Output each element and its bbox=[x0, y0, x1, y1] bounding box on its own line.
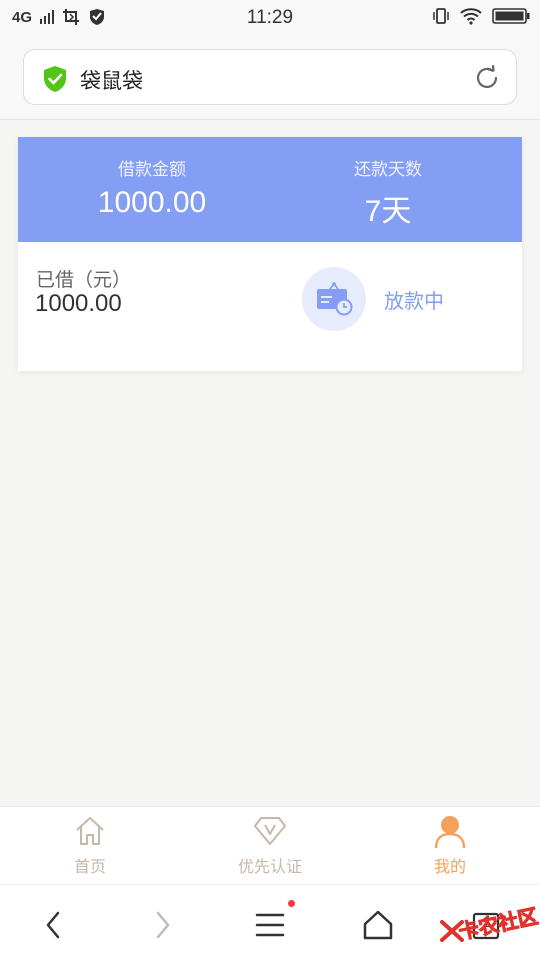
repay-days-value: 7天 bbox=[364, 195, 412, 228]
reload-icon[interactable] bbox=[473, 64, 501, 92]
wifi-icon bbox=[460, 8, 482, 25]
loan-status-text: 放款中 bbox=[384, 291, 444, 313]
loan-amount-label: 借款金额 bbox=[118, 160, 186, 179]
home-icon bbox=[76, 817, 104, 845]
watermark-text: 卡农社区 bbox=[457, 905, 540, 945]
status-right bbox=[432, 7, 530, 25]
vibrate-icon bbox=[433, 8, 449, 24]
user-icon bbox=[434, 816, 466, 849]
loan-summary-header: 借款金额 1000.00 还款天数 7天 bbox=[18, 137, 522, 242]
tab-priority-verify-label: 优先认证 bbox=[237, 859, 302, 876]
repay-days-label: 还款天数 bbox=[354, 160, 422, 179]
repay-days-block: 还款天数 7天 bbox=[270, 155, 506, 230]
tab-mine[interactable]: 我的 bbox=[360, 807, 540, 885]
forward-icon[interactable] bbox=[142, 905, 182, 945]
menu-notification-dot bbox=[288, 900, 295, 907]
battery-icon bbox=[492, 8, 530, 24]
diamond-v-icon bbox=[254, 817, 286, 845]
browser-home-icon[interactable] bbox=[358, 905, 398, 945]
status-bar: 4G 11:29 bbox=[0, 0, 540, 36]
secure-shield-icon bbox=[44, 66, 66, 92]
disbursing-icon bbox=[302, 267, 366, 331]
loan-amount-value: 1000.00 bbox=[97, 186, 207, 219]
tab-home[interactable]: 首页 bbox=[0, 807, 180, 885]
menu-icon[interactable] bbox=[250, 905, 290, 945]
loan-status-icon bbox=[317, 282, 353, 316]
tab-mine-label: 我的 bbox=[433, 859, 466, 876]
watermark: 卡农社区 bbox=[440, 896, 540, 946]
borrowed-label: 已借（元） bbox=[36, 270, 132, 291]
address-bar[interactable]: 袋鼠袋 bbox=[23, 49, 517, 105]
loan-card: 借款金额 1000.00 还款天数 7天 已借（元） 1000.00 放款中 bbox=[18, 137, 522, 371]
borrowed-value: 1000.00 bbox=[35, 290, 122, 317]
tab-home-label: 首页 bbox=[73, 859, 106, 876]
tab-priority-verify[interactable]: 优先认证 bbox=[180, 807, 360, 885]
bottom-tab-bar: 首页 优先认证 我的 bbox=[0, 806, 540, 884]
browser-header: 袋鼠袋 bbox=[0, 36, 540, 120]
back-icon[interactable] bbox=[34, 905, 74, 945]
page-title: 袋鼠袋 bbox=[80, 70, 143, 93]
loan-amount-block: 借款金额 1000.00 bbox=[26, 155, 278, 220]
